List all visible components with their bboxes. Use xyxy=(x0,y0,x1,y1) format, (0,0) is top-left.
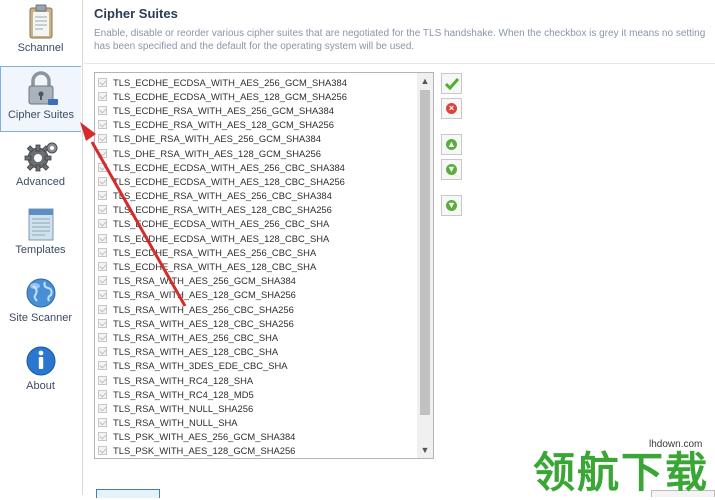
watermark-logo: 领航下载 lhdown.com xyxy=(533,437,715,497)
watermark-url: lhdown.com xyxy=(647,439,705,450)
annotation-arrow xyxy=(80,122,187,307)
